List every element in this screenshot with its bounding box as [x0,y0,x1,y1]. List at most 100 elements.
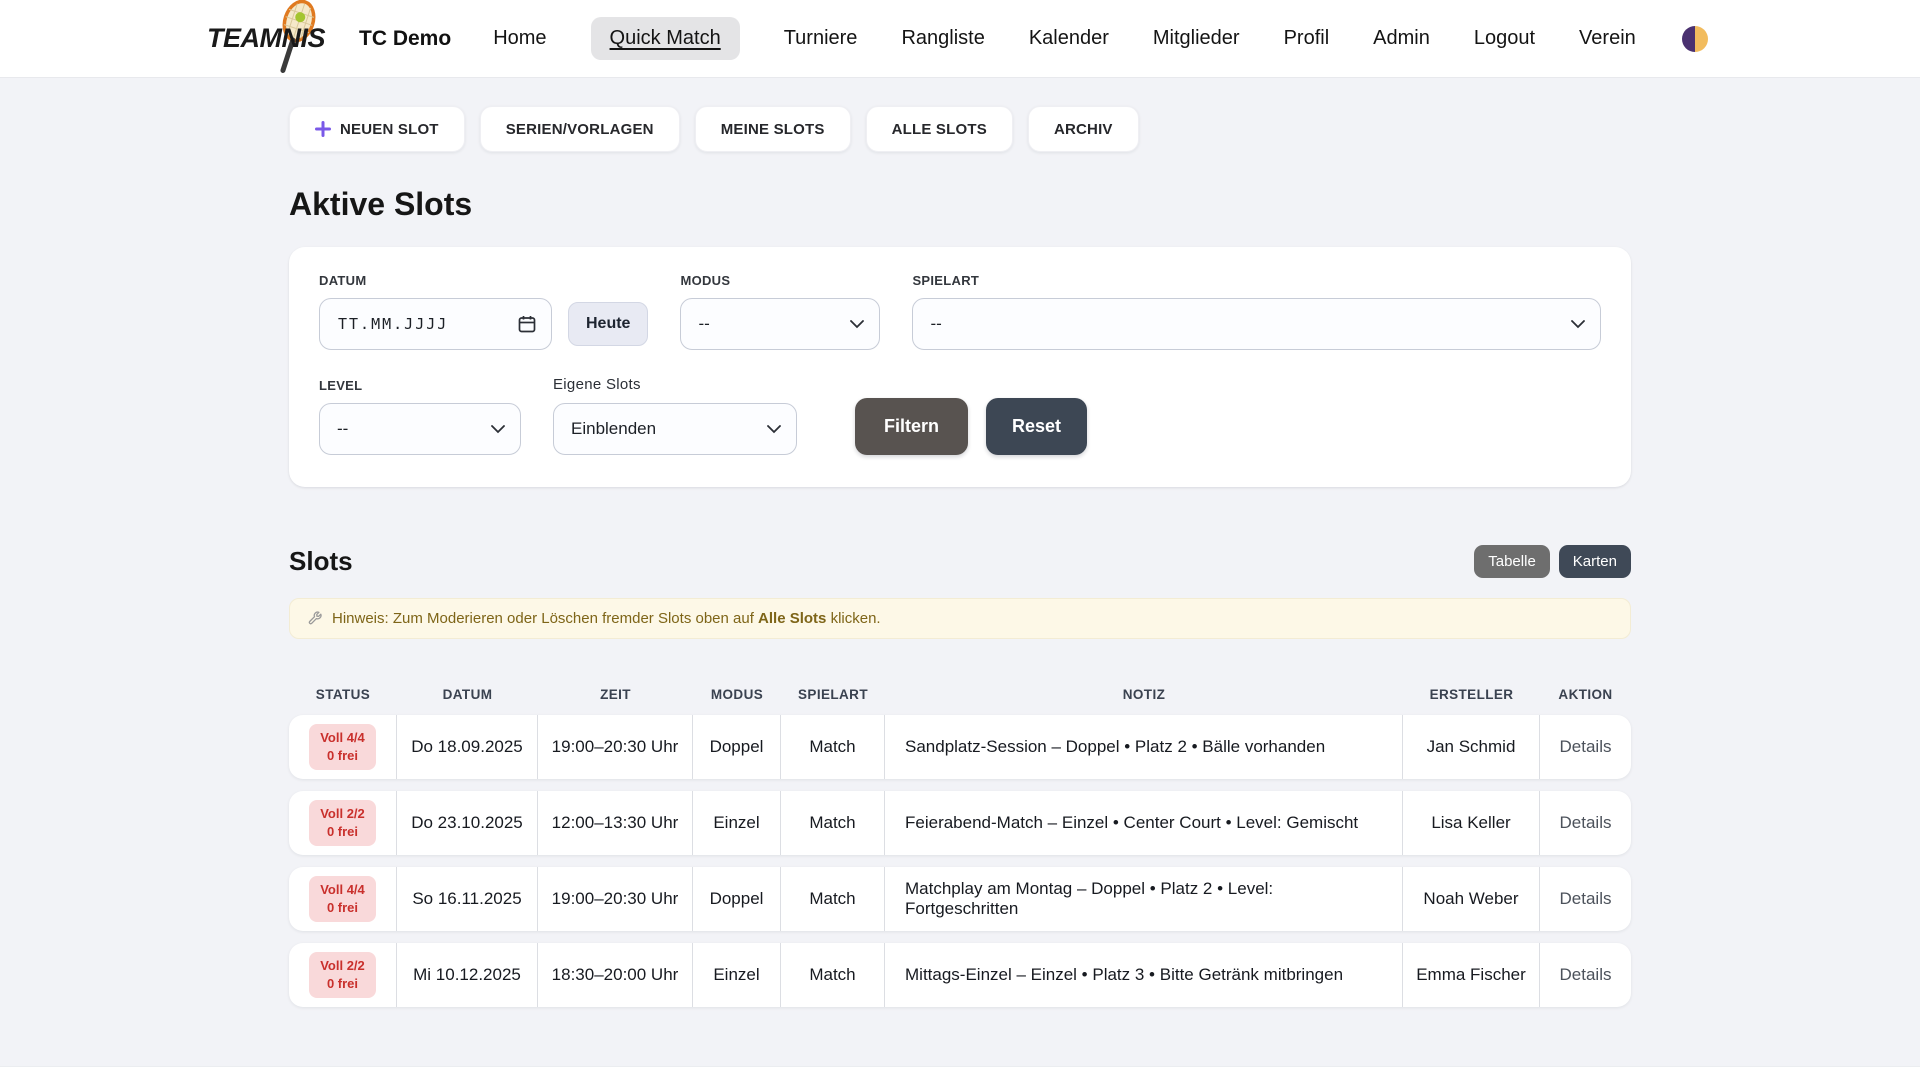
modus-cell: Doppel [693,715,781,779]
main-content: NEUEN SLOT SERIEN/VORLAGEN MEINE SLOTS A… [289,106,1631,1007]
serien-vorlagen-button[interactable]: SERIEN/VORLAGEN [480,106,680,152]
heute-button[interactable]: Heute [568,302,648,346]
slots-title: Slots [289,546,353,577]
nav-item-verein[interactable]: Verein [1579,27,1636,50]
status-badge: Voll 2/20 frei [309,800,376,845]
header-modus: MODUS [693,687,781,702]
spielart-value: -- [930,314,941,334]
chevron-down-icon [491,425,505,434]
alle-slots-button[interactable]: ALLE SLOTS [866,106,1013,152]
status-cell: Voll 4/40 frei [289,715,397,779]
header-datum: DATUM [397,687,538,702]
chevron-down-icon [1571,320,1585,329]
header-ersteller: ERSTELLER [1403,687,1540,702]
status-cell: Voll 2/20 frei [289,943,397,1007]
table-row: Voll 4/40 frei So 16.11.2025 19:00–20:30… [289,867,1631,931]
view-tabelle-button[interactable]: Tabelle [1474,545,1550,578]
filter-actions: Filtern Reset [855,398,1087,455]
spielart-cell: Match [781,867,885,931]
filter-card: DATUM TT.MM.JJJJ Heute MODUS [289,247,1631,487]
nav-links: Home Quick Match Turniere Rangliste Kale… [493,17,1636,60]
status-badge: Voll 2/20 frei [309,952,376,997]
view-switch: Tabelle Karten [1474,545,1631,578]
table-header: STATUS DATUM ZEIT MODUS SPIELART NOTIZ E… [289,673,1631,715]
table-row: Voll 4/40 frei Do 18.09.2025 19:00–20:30… [289,715,1631,779]
footer-strip [0,1066,1920,1080]
modus-select[interactable]: -- [680,298,880,350]
details-link[interactable]: Details [1560,813,1612,833]
status-cell: Voll 4/40 frei [289,867,397,931]
details-link[interactable]: Details [1560,889,1612,909]
new-slot-label: NEUEN SLOT [340,121,439,138]
top-navigation: TEAMNIS TC Demo Home Quick Match Turnier… [0,0,1920,78]
filter-group-eigene-slots: Eigene Slots Einblenden [553,376,797,455]
filter-group-spielart: SPIELART -- [912,273,1601,350]
spielart-select[interactable]: -- [912,298,1601,350]
date-input[interactable]: TT.MM.JJJJ [319,298,552,350]
filter-row-1: DATUM TT.MM.JJJJ Heute MODUS [319,273,1601,350]
nav-item-home[interactable]: Home [493,27,546,50]
reset-button[interactable]: Reset [986,398,1087,455]
aktion-cell: Details [1540,867,1631,931]
details-link[interactable]: Details [1560,965,1612,985]
nav-item-profil[interactable]: Profil [1284,27,1330,50]
level-value: -- [337,419,348,439]
brand-logo[interactable]: TEAMNIS [207,23,325,54]
calendar-icon[interactable] [517,314,537,334]
filter-group-datum: DATUM TT.MM.JJJJ Heute [319,273,648,350]
plus-icon [315,121,331,137]
slots-section-header: Slots Tabelle Karten [289,545,1631,578]
theme-toggle-icon[interactable] [1682,26,1708,52]
datum-cell: Do 18.09.2025 [397,715,538,779]
ersteller-cell: Lisa Keller [1403,791,1540,855]
nav-item-quick-match[interactable]: Quick Match [591,17,740,60]
brand-name: TEAMNIS [207,23,325,54]
table-row: Voll 2/20 frei Mi 10.12.2025 18:30–20:00… [289,943,1631,1007]
filtern-button[interactable]: Filtern [855,398,968,455]
nav-item-turniere[interactable]: Turniere [784,27,858,50]
new-slot-button[interactable]: NEUEN SLOT [289,106,465,152]
zeit-cell: 18:30–20:00 Uhr [538,943,693,1007]
nav-item-mitglieder[interactable]: Mitglieder [1153,27,1240,50]
header-notiz: NOTIZ [885,687,1403,702]
view-karten-button[interactable]: Karten [1559,545,1631,578]
level-select[interactable]: -- [319,403,521,455]
filter-row-2: LEVEL -- Eigene Slots Einblenden Filtern… [319,376,1601,455]
slot-toolbar: NEUEN SLOT SERIEN/VORLAGEN MEINE SLOTS A… [289,106,1631,152]
ersteller-cell: Emma Fischer [1403,943,1540,1007]
nav-item-rangliste[interactable]: Rangliste [901,27,984,50]
spielart-label: SPIELART [912,273,1601,288]
status-badge: Voll 4/40 frei [309,876,376,921]
nav-item-logout[interactable]: Logout [1474,27,1535,50]
chevron-down-icon [850,320,864,329]
notiz-cell: Mittags-Einzel – Einzel • Platz 3 • Bitt… [885,943,1403,1007]
filter-group-modus: MODUS -- [680,273,880,350]
modus-cell: Doppel [693,867,781,931]
date-placeholder: TT.MM.JJJJ [338,315,517,333]
aktion-cell: Details [1540,791,1631,855]
spielart-cell: Match [781,943,885,1007]
modus-cell: Einzel [693,943,781,1007]
header-status: STATUS [289,687,397,702]
notiz-cell: Feierabend-Match – Einzel • Center Court… [885,791,1403,855]
datum-label: DATUM [319,273,648,288]
modus-value: -- [698,314,709,334]
header-zeit: ZEIT [538,687,693,702]
ersteller-cell: Noah Weber [1403,867,1540,931]
header-aktion: AKTION [1540,687,1631,702]
page-title: Aktive Slots [289,186,1631,223]
zeit-cell: 19:00–20:30 Uhr [538,867,693,931]
details-link[interactable]: Details [1560,737,1612,757]
modus-label: MODUS [680,273,880,288]
eigene-slots-select[interactable]: Einblenden [553,403,797,455]
meine-slots-button[interactable]: MEINE SLOTS [695,106,851,152]
nav-item-kalender[interactable]: Kalender [1029,27,1109,50]
status-cell: Voll 2/20 frei [289,791,397,855]
eigene-slots-label: Eigene Slots [553,376,797,393]
datum-cell: So 16.11.2025 [397,867,538,931]
archiv-button[interactable]: ARCHIV [1028,106,1139,152]
nav-item-admin[interactable]: Admin [1373,27,1430,50]
aktion-cell: Details [1540,715,1631,779]
ersteller-cell: Jan Schmid [1403,715,1540,779]
header-spielart: SPIELART [781,687,885,702]
